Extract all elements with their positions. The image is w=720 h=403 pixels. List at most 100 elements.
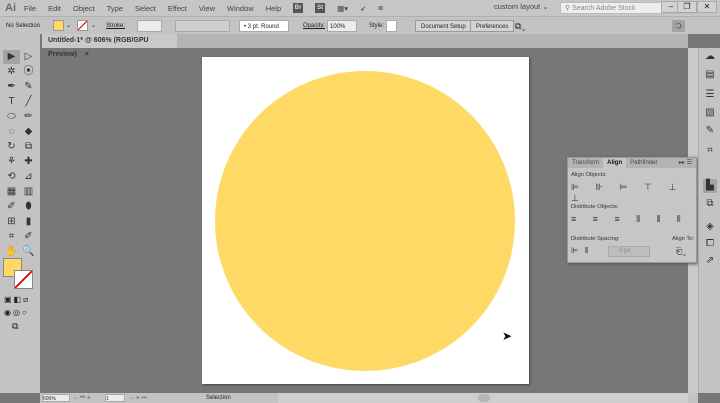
opacity-input[interactable]: 100% xyxy=(327,20,357,32)
tool-1-icon[interactable]: ▷ xyxy=(20,50,37,64)
tool-9-icon[interactable]: ✏ xyxy=(20,110,37,124)
opacity-label[interactable]: Opacity: xyxy=(303,20,325,32)
tool-6-icon[interactable]: T xyxy=(3,95,20,109)
tool-16-icon[interactable]: ⟲ xyxy=(3,170,20,184)
horizontal-scrollbar[interactable] xyxy=(278,393,688,403)
workspace-switcher[interactable]: custom layout ⌄ xyxy=(494,2,549,11)
align-icon[interactable]: ▙ xyxy=(703,179,717,193)
tool-23-icon[interactable]: ▮ xyxy=(20,215,37,229)
panel-menu-icon[interactable]: ▸▸ ☰ xyxy=(675,158,696,168)
tool-18-icon[interactable]: ▦ xyxy=(3,185,20,199)
pathfinder-icon[interactable]: ⧉ xyxy=(703,197,717,211)
tool-3-icon[interactable]: ⦿ xyxy=(20,65,37,79)
document-tab[interactable]: Untitled-1* @ 606% (RGB/GPU Preview) × xyxy=(42,34,177,58)
artboard-nav-prev[interactable]: ⌄ ⏮ ◂ xyxy=(73,393,90,403)
tool-26-icon[interactable]: ✋ xyxy=(3,245,20,259)
tool-0-icon[interactable]: ▶ xyxy=(3,50,20,64)
rocket-icon[interactable]: ➶ xyxy=(360,4,366,13)
scrollbar-thumb[interactable] xyxy=(478,394,490,402)
tool-grid: ▶ ▷ ✲ ⦿ ✒ ✎ T ╱ ⬭ ✏ ◌ ◆ ↻ ⧉ ⚘ ✚ ⟲ ⊿ ▦ ▥ ✐ ⬮ ⊞ ▮ ⌗ ✐ ✋ 🔍 xyxy=(3,50,39,259)
stroke-weight-input[interactable] xyxy=(137,20,162,32)
drawing-mode-buttons[interactable]: ◉◎○ xyxy=(4,308,29,317)
distribute-spacing-label: Distribute Spacing: xyxy=(571,236,620,242)
restore-button[interactable]: ❐ xyxy=(677,1,697,13)
libraries-icon[interactable]: ☁ xyxy=(703,50,717,64)
menu-view[interactable]: View xyxy=(199,4,215,13)
chevron-down-icon[interactable]: ⌄ xyxy=(66,20,71,32)
tool-13-icon[interactable]: ⧉ xyxy=(20,140,37,154)
document-setup-button[interactable]: Document Setup xyxy=(415,20,472,32)
tool-19-icon[interactable]: ▥ xyxy=(20,185,37,199)
tool-14-icon[interactable]: ⚘ xyxy=(3,155,20,169)
tool-20-icon[interactable]: ✐ xyxy=(3,200,20,214)
tool-17-icon[interactable]: ⊿ xyxy=(20,170,37,184)
stroke-swatch[interactable] xyxy=(77,20,88,31)
artboards-icon[interactable]: ⧠ xyxy=(703,237,717,251)
status-bar: 606% ⌄ ⏮ ◂ 1 ⌄ ▸ ⏭ Selection xyxy=(40,393,698,403)
menu-edit[interactable]: Edit xyxy=(48,4,61,13)
color-mode-buttons[interactable]: ▣◧⧄ xyxy=(4,295,30,305)
stock-button[interactable]: St xyxy=(315,3,326,13)
workspace-label: custom layout xyxy=(494,2,541,11)
tab-pathfinder[interactable]: Pathfinder xyxy=(626,158,661,168)
tool-12-icon[interactable]: ↻ xyxy=(3,140,20,154)
tab-align[interactable]: Align xyxy=(603,158,627,168)
menu-file[interactable]: File xyxy=(24,4,36,13)
distribute-objects-buttons[interactable]: ≡ ≡ ≡ ⫴ ⫴ ⫴ xyxy=(571,214,688,225)
menu-select[interactable]: Select xyxy=(135,4,156,13)
brushes-icon[interactable]: ✎ xyxy=(703,124,717,138)
properties-icon[interactable]: ▤ xyxy=(703,68,717,82)
yellow-circle-shape[interactable] xyxy=(215,71,515,371)
tool-10-icon[interactable]: ◌ xyxy=(3,125,20,139)
transform-icon[interactable]: ⌗ xyxy=(703,144,717,158)
fill-swatch[interactable] xyxy=(53,20,64,31)
tool-24-icon[interactable]: ⌗ xyxy=(3,230,20,244)
menu-window[interactable]: Window xyxy=(227,4,254,13)
menu-object[interactable]: Object xyxy=(73,4,95,13)
status-mode[interactable]: Selection xyxy=(206,393,231,403)
chevron-down-icon[interactable]: ⌄ xyxy=(91,20,96,32)
menu-help[interactable]: Help xyxy=(266,4,281,13)
graphic-styles-icon[interactable]: ▧ xyxy=(703,106,717,120)
gpu-icon[interactable]: ⧈ xyxy=(378,3,383,13)
bridge-button[interactable]: Br xyxy=(293,3,304,13)
layers-icon[interactable]: ◈ xyxy=(703,220,717,234)
brush-definition[interactable]: • 3 pt. Round xyxy=(239,20,289,32)
screen-mode-icon[interactable]: ⧉ xyxy=(12,321,18,332)
align-to-dropdown[interactable]: ⎗⌄ xyxy=(676,247,686,257)
tab-transform[interactable]: Transform xyxy=(568,158,603,168)
tool-4-icon[interactable]: ✒ xyxy=(3,80,20,94)
export-icon[interactable]: ⇗ xyxy=(703,254,717,268)
arrange-icon[interactable]: ⧉⌄ xyxy=(515,20,526,32)
preferences-button[interactable]: Preferences xyxy=(470,20,515,32)
menu-icon[interactable]: ☰ xyxy=(703,88,717,102)
close-window-button[interactable]: ✕ xyxy=(697,1,717,13)
distribute-spacing-buttons[interactable]: ⊫⫴ xyxy=(571,246,595,256)
artboard-nav-next[interactable]: ⌄ ▸ ⏭ xyxy=(130,393,147,403)
document-tab-bar: Untitled-1* @ 606% (RGB/GPU Preview) × xyxy=(42,34,688,58)
illustrator-logo: Ai xyxy=(5,2,16,14)
menu-type[interactable]: Type xyxy=(107,4,123,13)
tool-15-icon[interactable]: ✚ xyxy=(20,155,37,169)
spacing-input[interactable]: 0 px xyxy=(608,246,650,257)
tool-8-icon[interactable]: ⬭ xyxy=(3,110,20,124)
menu-effect[interactable]: Effect xyxy=(168,4,187,13)
stroke-color-swatch[interactable] xyxy=(14,270,33,289)
panel-menu-icon[interactable]: ⫶⊃ xyxy=(672,20,685,32)
style-swatch[interactable] xyxy=(386,20,397,32)
tool-11-icon[interactable]: ◆ xyxy=(20,125,37,139)
variable-width-profile[interactable] xyxy=(175,20,230,32)
arrange-documents-icon[interactable]: ▦▾ xyxy=(337,4,348,13)
align-objects-buttons[interactable]: ⊫ ⊪ ⊨ ⊤ ⊥ ⊥ xyxy=(571,182,696,204)
tool-21-icon[interactable]: ⬮ xyxy=(20,200,37,214)
stroke-label[interactable]: Stroke: xyxy=(106,20,125,32)
tool-27-icon[interactable]: 🔍 xyxy=(20,245,37,259)
tool-2-icon[interactable]: ✲ xyxy=(3,65,20,79)
tool-7-icon[interactable]: ╱ xyxy=(20,95,37,109)
tool-25-icon[interactable]: ✐ xyxy=(20,230,37,244)
close-tab-icon[interactable]: × xyxy=(85,51,89,58)
zoom-level-input[interactable]: 606% xyxy=(42,394,70,402)
tool-22-icon[interactable]: ⊞ xyxy=(3,215,20,229)
artboard-number-input[interactable]: 1 xyxy=(105,394,125,402)
tool-5-icon[interactable]: ✎ xyxy=(20,80,37,94)
